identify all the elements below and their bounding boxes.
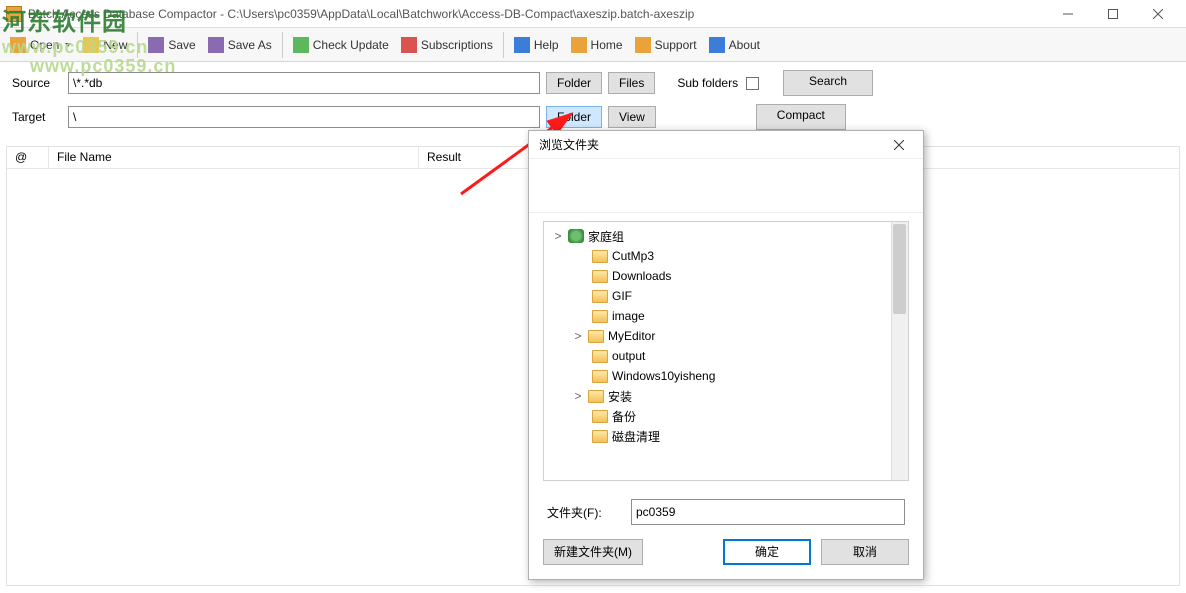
tree-node-label: image xyxy=(612,309,645,323)
open-icon xyxy=(10,37,26,53)
home-button[interactable]: Home xyxy=(565,31,629,59)
about-button[interactable]: About xyxy=(703,31,766,59)
target-label: Target xyxy=(12,110,62,124)
folder-field-input[interactable] xyxy=(631,499,905,525)
tree-node-label: GIF xyxy=(612,289,632,303)
source-label: Source xyxy=(12,76,62,90)
support-icon xyxy=(635,37,651,53)
toolbar: Open New Save Save As Check Update Subsc… xyxy=(0,28,1186,62)
sub-folders-label: Sub folders xyxy=(677,76,738,90)
sub-folders-checkbox[interactable] xyxy=(746,77,759,90)
new-icon xyxy=(83,37,99,53)
support-button[interactable]: Support xyxy=(629,31,703,59)
minimize-button[interactable] xyxy=(1045,0,1090,28)
tree-node-label: Windows10yisheng xyxy=(612,369,715,383)
chevron-icon: > xyxy=(572,330,584,342)
tree-node-label: 家庭组 xyxy=(588,228,624,245)
col-at[interactable]: @ xyxy=(7,147,49,168)
tree-node-label: Downloads xyxy=(612,269,671,283)
folder-field-label: 文件夹(F): xyxy=(547,504,619,521)
save-as-icon xyxy=(208,37,224,53)
check-update-button[interactable]: Check Update xyxy=(287,31,395,59)
new-folder-button[interactable]: 新建文件夹(M) xyxy=(543,539,643,565)
new-button[interactable]: New xyxy=(77,31,133,59)
window-title: Batch Access Database Compactor - C:\Use… xyxy=(28,7,1045,21)
tree-scrollbar[interactable] xyxy=(891,222,908,480)
cancel-button[interactable]: 取消 xyxy=(821,539,909,565)
titlebar: Batch Access Database Compactor - C:\Use… xyxy=(0,0,1186,28)
chevron-icon: > xyxy=(572,390,584,402)
chevron-down-icon xyxy=(65,43,71,47)
compact-button[interactable]: Compact xyxy=(756,104,846,130)
folder-icon xyxy=(592,270,608,283)
about-icon xyxy=(709,37,725,53)
tree-node[interactable]: output xyxy=(544,346,908,366)
folder-icon xyxy=(588,390,604,403)
tree-node[interactable]: > 家庭组 xyxy=(544,226,908,246)
folder-icon xyxy=(588,330,604,343)
tree-node[interactable]: 备份 xyxy=(544,406,908,426)
tree-node-label: MyEditor xyxy=(608,329,655,343)
search-button[interactable]: Search xyxy=(783,70,873,96)
tree-node-label: CutMp3 xyxy=(612,249,654,263)
target-input[interactable] xyxy=(68,106,540,128)
source-input[interactable] xyxy=(68,72,540,94)
folder-icon xyxy=(592,310,608,323)
folder-icon xyxy=(592,370,608,383)
update-icon xyxy=(293,37,309,53)
chevron-icon: > xyxy=(552,230,564,242)
target-folder-button[interactable]: Folder xyxy=(546,106,602,128)
save-button[interactable]: Save xyxy=(142,31,201,59)
subscriptions-button[interactable]: Subscriptions xyxy=(395,31,499,59)
save-as-button[interactable]: Save As xyxy=(202,31,278,59)
dialog-title: 浏览文件夹 xyxy=(539,136,885,153)
subscriptions-icon xyxy=(401,37,417,53)
folder-tree[interactable]: > 家庭组 CutMp3 Downloads GIF image > MyEditor outp… xyxy=(543,221,909,481)
target-view-button[interactable]: View xyxy=(608,106,656,128)
help-icon xyxy=(514,37,530,53)
tree-node[interactable]: GIF xyxy=(544,286,908,306)
tree-node[interactable]: > MyEditor xyxy=(544,326,908,346)
close-button[interactable] xyxy=(1135,0,1180,28)
folder-icon xyxy=(592,250,608,263)
browse-folder-dialog: 浏览文件夹 > 家庭组 CutMp3 Downloads GIF image > MyEdit… xyxy=(528,130,924,580)
folder-icon xyxy=(592,430,608,443)
source-folder-button[interactable]: Folder xyxy=(546,72,602,94)
tree-node-label: 安装 xyxy=(608,388,632,405)
folder-icon xyxy=(592,290,608,303)
help-button[interactable]: Help xyxy=(508,31,565,59)
tree-node[interactable]: 磁盘清理 xyxy=(544,426,908,446)
tree-node[interactable]: Windows10yisheng xyxy=(544,366,908,386)
save-icon xyxy=(148,37,164,53)
col-file-name[interactable]: File Name xyxy=(49,147,419,168)
tree-node-label: 磁盘清理 xyxy=(612,428,660,445)
app-icon xyxy=(6,6,22,22)
dialog-info xyxy=(529,159,923,213)
open-button[interactable]: Open xyxy=(4,31,77,59)
folder-icon xyxy=(592,410,608,423)
tree-node[interactable]: CutMp3 xyxy=(544,246,908,266)
tree-node[interactable]: > 安装 xyxy=(544,386,908,406)
ok-button[interactable]: 确定 xyxy=(723,539,811,565)
tree-node-label: output xyxy=(612,349,645,363)
home-icon xyxy=(571,37,587,53)
tree-node[interactable]: Downloads xyxy=(544,266,908,286)
tree-node[interactable]: image xyxy=(544,306,908,326)
tree-node-label: 备份 xyxy=(612,408,636,425)
group-icon xyxy=(568,229,584,243)
dialog-close-button[interactable] xyxy=(885,131,913,159)
maximize-button[interactable] xyxy=(1090,0,1135,28)
source-files-button[interactable]: Files xyxy=(608,72,655,94)
folder-icon xyxy=(592,350,608,363)
